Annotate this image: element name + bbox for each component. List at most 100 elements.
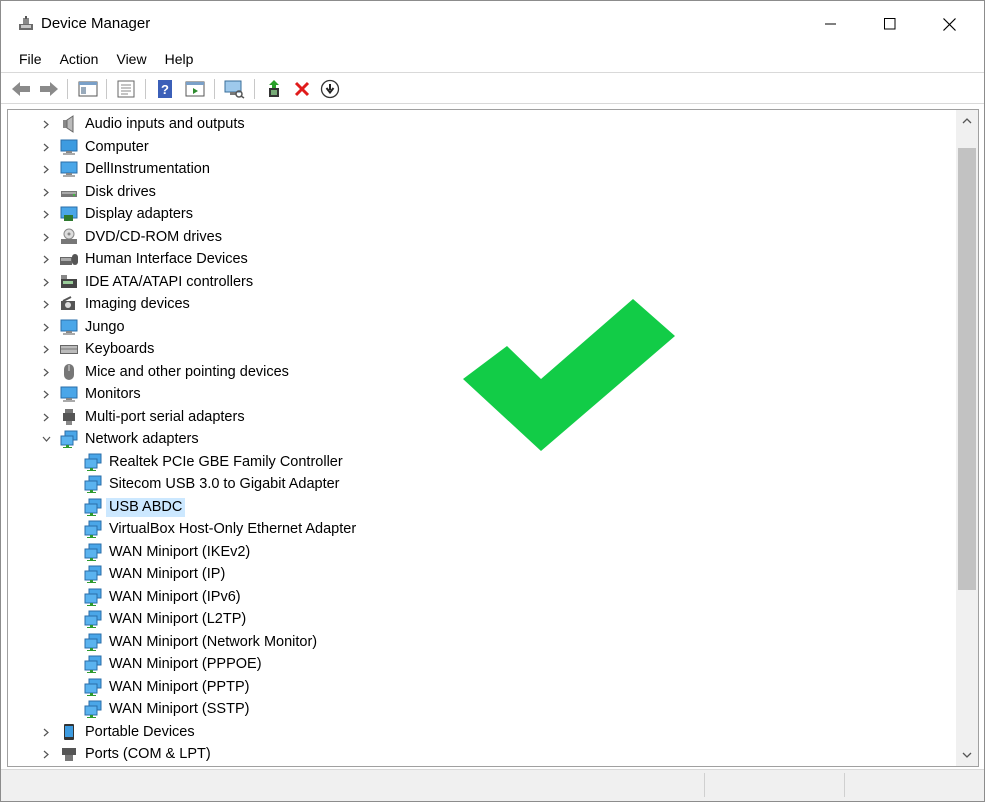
chevron-right-icon[interactable]	[39, 207, 53, 221]
scroll-thumb[interactable]	[958, 148, 976, 590]
network-adapter-icon	[83, 655, 103, 673]
tree-item-label: Human Interface Devices	[85, 251, 248, 267]
scroll-down-button[interactable]	[956, 744, 978, 766]
tree-device[interactable]: Sitecom USB 3.0 to Gigabit Adapter	[8, 473, 956, 495]
device-manager-app-icon	[19, 16, 33, 30]
tree-device[interactable]: WAN Miniport (IP)	[8, 563, 956, 585]
network-adapter-icon	[83, 700, 103, 718]
tree-category[interactable]: Human Interface Devices	[8, 248, 956, 270]
tree-item-label: WAN Miniport (IP)	[109, 566, 226, 582]
close-icon	[942, 17, 956, 31]
chevron-right-icon[interactable]	[39, 365, 53, 379]
maximize-button[interactable]	[861, 1, 919, 47]
tree-category[interactable]: DVD/CD-ROM drives	[8, 226, 956, 248]
minimize-icon	[825, 23, 836, 25]
ide-controller-icon	[59, 273, 79, 291]
disable-device-button[interactable]	[319, 78, 341, 100]
tree-device[interactable]: WAN Miniport (L2TP)	[8, 608, 956, 630]
help-button[interactable]: ?	[154, 78, 176, 100]
tree-category[interactable]: IDE ATA/ATAPI controllers	[8, 271, 956, 293]
display-adapter-icon	[59, 205, 79, 223]
chevron-right-icon[interactable]	[39, 747, 53, 761]
keyboard-icon	[59, 340, 79, 358]
tree-device[interactable]: WAN Miniport (IPv6)	[8, 586, 956, 608]
network-adapter-icon	[83, 498, 103, 516]
tree-device[interactable]: WAN Miniport (SSTP)	[8, 698, 956, 720]
chevron-right-icon[interactable]	[39, 320, 53, 334]
chevron-right-icon[interactable]	[39, 185, 53, 199]
port-icon	[59, 745, 79, 763]
tree-device[interactable]: WAN Miniport (PPPOE)	[8, 653, 956, 675]
properties-button[interactable]	[115, 78, 137, 100]
tree-item-label: Network adapters	[85, 431, 199, 447]
chevron-right-icon[interactable]	[39, 297, 53, 311]
tree-device[interactable]: WAN Miniport (IKEv2)	[8, 541, 956, 563]
chevron-right-icon[interactable]	[39, 117, 53, 131]
chevron-right-icon[interactable]	[39, 387, 53, 401]
svg-text:?: ?	[161, 82, 169, 97]
chevron-right-icon[interactable]	[39, 342, 53, 356]
tree-device[interactable]: VirtualBox Host-Only Ethernet Adapter	[8, 518, 956, 540]
close-button[interactable]	[920, 1, 978, 47]
chevron-right-icon[interactable]	[39, 252, 53, 266]
forward-icon	[40, 82, 58, 96]
menu-bar: File Action View Help	[1, 47, 984, 71]
tree-item-label: Monitors	[85, 386, 141, 402]
tree-item-label: WAN Miniport (Network Monitor)	[109, 634, 318, 650]
tree-category[interactable]: Display adapters	[8, 203, 956, 225]
tree-item-label: Multi-port serial adapters	[85, 409, 245, 425]
tree-item-label: Computer	[85, 139, 149, 155]
monitor-icon	[59, 318, 79, 336]
tree-device[interactable]: WAN Miniport (PPTP)	[8, 676, 956, 698]
uninstall-device-button[interactable]	[291, 78, 313, 100]
network-adapter-icon	[83, 565, 103, 583]
back-button[interactable]	[10, 78, 32, 100]
tree-category[interactable]: Audio inputs and outputs	[8, 113, 956, 135]
chevron-right-icon[interactable]	[39, 410, 53, 424]
tree-item-label: IDE ATA/ATAPI controllers	[85, 274, 254, 290]
scroll-up-button[interactable]	[956, 110, 978, 132]
status-pane	[704, 773, 844, 797]
computer-icon	[59, 138, 79, 156]
toolbar: ?	[1, 72, 984, 104]
tree-item-label: WAN Miniport (IPv6)	[109, 589, 241, 605]
chevron-right-icon[interactable]	[39, 725, 53, 739]
chevron-right-icon[interactable]	[39, 275, 53, 289]
tree-device[interactable]: WAN Miniport (Network Monitor)	[8, 631, 956, 653]
tree-item-label: Audio inputs and outputs	[85, 116, 245, 132]
show-hide-console-tree-button[interactable]	[77, 78, 99, 100]
tree-category[interactable]: Portable Devices	[8, 721, 956, 743]
network-adapter-icon	[83, 633, 103, 651]
update-driver-button[interactable]	[264, 78, 286, 100]
tree-device[interactable]: Realtek PCIe GBE Family Controller	[8, 451, 956, 473]
maximize-icon	[884, 18, 896, 30]
status-bar	[1, 769, 984, 801]
dvd-drive-icon	[59, 228, 79, 246]
network-adapter-icon	[83, 543, 103, 561]
vertical-scrollbar[interactable]	[956, 110, 978, 766]
menu-action[interactable]: Action	[51, 47, 108, 71]
chevron-right-icon[interactable]	[39, 140, 53, 154]
action-pane-button[interactable]	[184, 78, 206, 100]
chevron-down-icon	[962, 752, 972, 758]
tree-category[interactable]: Disk drives	[8, 181, 956, 203]
chevron-right-icon[interactable]	[39, 162, 53, 176]
tree-category[interactable]: Ports (COM & LPT)	[8, 743, 956, 765]
tree-category[interactable]: Computer	[8, 136, 956, 158]
minimize-button[interactable]	[802, 1, 860, 47]
chevron-down-icon[interactable]	[39, 432, 53, 446]
title-bar[interactable]: Device Manager	[1, 1, 984, 47]
forward-button[interactable]	[38, 78, 60, 100]
tree-item-label: Portable Devices	[85, 724, 195, 740]
chevron-up-icon	[962, 118, 972, 124]
tree-device[interactable]: USB ABDC	[8, 496, 956, 518]
network-adapter-icon	[83, 520, 103, 538]
chevron-right-icon[interactable]	[39, 230, 53, 244]
menu-help[interactable]: Help	[156, 47, 203, 71]
tree-item-label: Jungo	[85, 319, 125, 335]
menu-file[interactable]: File	[10, 47, 51, 71]
portable-device-icon	[59, 723, 79, 741]
scan-hardware-button[interactable]	[223, 78, 245, 100]
menu-view[interactable]: View	[107, 47, 155, 71]
tree-category[interactable]: DellInstrumentation	[8, 158, 956, 180]
